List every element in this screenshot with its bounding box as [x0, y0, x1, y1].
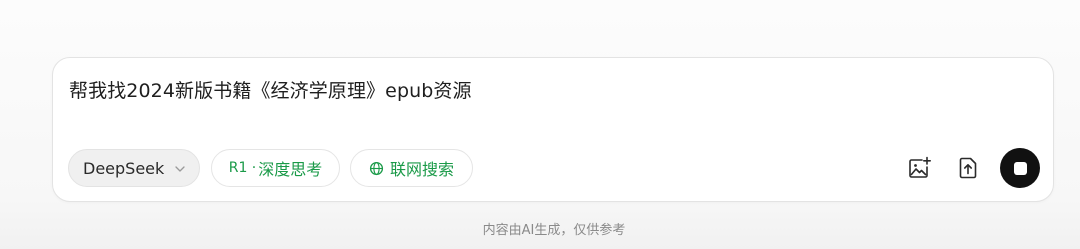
chevron-down-icon [175, 166, 185, 172]
model-selector[interactable]: DeepSeek [68, 149, 200, 187]
prompt-input[interactable]: 帮我找2024新版书籍《经济学原理》epub资源 [69, 76, 472, 103]
upload-file-icon[interactable] [955, 155, 981, 181]
deep-think-toggle[interactable]: R1 · 深度思考 [211, 149, 340, 187]
web-search-label: 联网搜索 [389, 160, 454, 179]
stop-button[interactable] [1000, 148, 1040, 188]
deep-think-label: 深度思考 [258, 160, 323, 179]
image-add-icon[interactable] [906, 155, 932, 181]
chat-composer: 帮我找2024新版书籍《经济学原理》epub资源 DeepSeek R1 · 深… [52, 57, 1054, 202]
web-search-toggle[interactable]: 联网搜索 [350, 149, 473, 187]
model-selector-label: DeepSeek [83, 158, 165, 178]
stop-icon [1013, 161, 1027, 175]
globe-icon [369, 161, 384, 175]
deep-think-model-tag: R1 · [228, 160, 257, 176]
ai-disclaimer: 内容由AI生成，仅供参考 [482, 223, 626, 238]
